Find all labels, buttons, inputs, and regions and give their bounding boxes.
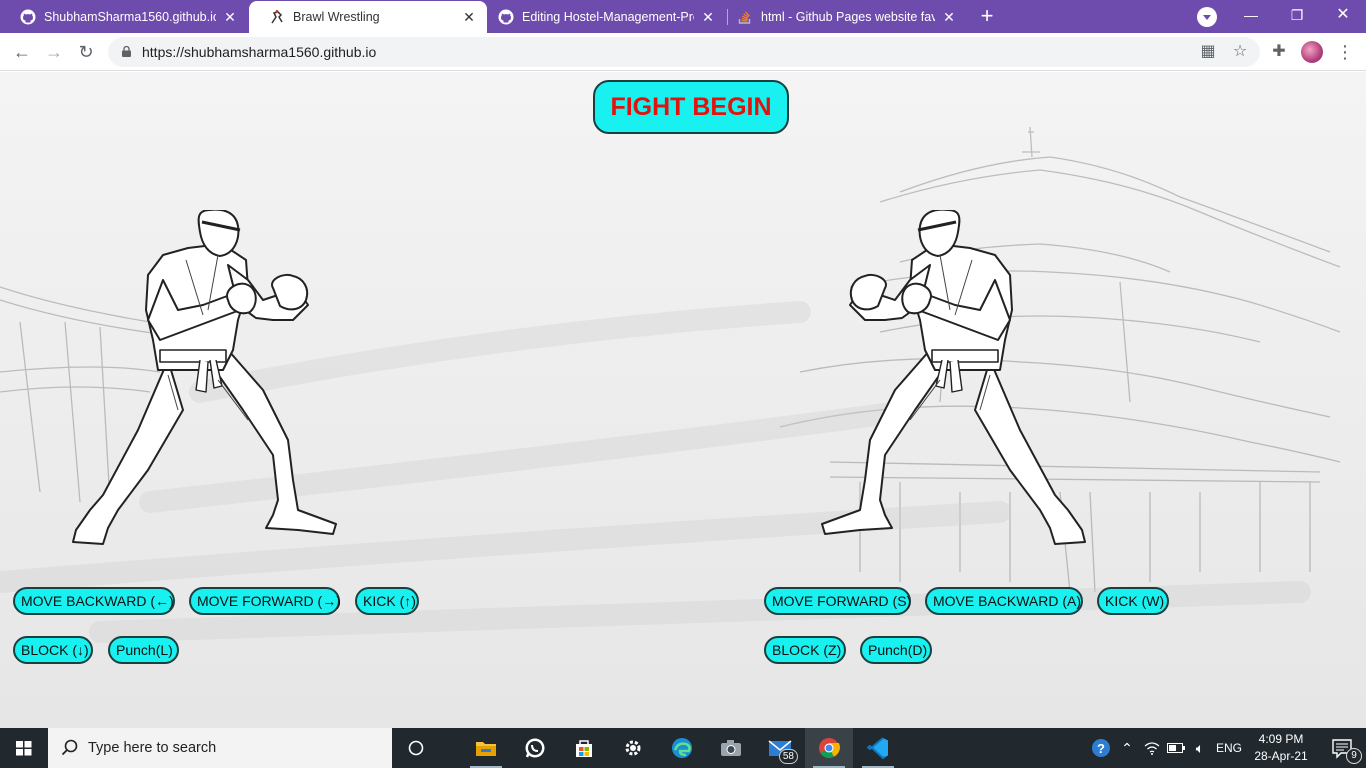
- player2-fighter: [821, 210, 1086, 545]
- notification-center-icon[interactable]: 9: [1318, 728, 1366, 768]
- bookmark-star-icon[interactable]: ☆: [1230, 42, 1250, 62]
- p2-move-backward-button[interactable]: MOVE BACKWARD (A): [925, 587, 1083, 615]
- tab-editing-hostel[interactable]: Editing Hostel-Management-Proj ✕: [478, 0, 726, 33]
- notification-count-badge: 9: [1346, 748, 1362, 764]
- close-tab-icon[interactable]: ✕: [700, 9, 716, 25]
- camera-icon[interactable]: [707, 728, 755, 768]
- extensions-puzzle-icon[interactable]: ✚: [1268, 41, 1290, 63]
- game-page: FIGHT BEGIN MOVE BACKWARD (←) MOVE FORWA…: [0, 72, 1366, 728]
- vscode-icon[interactable]: [854, 728, 902, 768]
- github-icon: [498, 9, 514, 24]
- language-indicator[interactable]: ENG: [1212, 728, 1246, 768]
- back-arrow-icon[interactable]: ←: [9, 39, 35, 65]
- tab-search-icon[interactable]: [1197, 7, 1217, 27]
- reload-icon[interactable]: ↻: [73, 39, 99, 65]
- clock-date: 28-Apr-21: [1254, 749, 1308, 763]
- p1-block-button[interactable]: BLOCK (↓): [13, 636, 93, 664]
- p2-block-button[interactable]: BLOCK (Z): [764, 636, 846, 664]
- address-bar[interactable]: https://shubhamsharma1560.github.io ▦ ☆: [108, 37, 1260, 67]
- tab-github-pages[interactable]: ShubhamSharma1560.github.io/B ✕: [0, 0, 248, 33]
- file-explorer-icon[interactable]: [462, 728, 510, 768]
- window-close-icon[interactable]: ✕: [1320, 0, 1366, 33]
- p1-move-forward-button[interactable]: MOVE FORWARD (→): [189, 587, 341, 615]
- mail-unread-badge: 58: [778, 749, 798, 764]
- settings-gear-icon[interactable]: [609, 728, 657, 768]
- tab-title: ShubhamSharma1560.github.io/B: [44, 9, 216, 24]
- search-placeholder: Type here to search: [88, 740, 217, 756]
- github-icon: [20, 9, 36, 24]
- close-tab-icon[interactable]: ✕: [461, 9, 477, 25]
- tab-title: Brawl Wrestling: [293, 10, 380, 24]
- profile-avatar[interactable]: [1301, 41, 1323, 63]
- wifi-icon[interactable]: [1140, 728, 1164, 768]
- close-tab-icon[interactable]: ✕: [941, 9, 957, 25]
- minimize-icon[interactable]: —: [1228, 0, 1274, 33]
- windows-start-icon[interactable]: [0, 728, 48, 768]
- whatsapp-icon[interactable]: [511, 728, 559, 768]
- svg-text:?: ?: [1097, 741, 1105, 756]
- menu-kebab-icon[interactable]: ⋮: [1334, 41, 1356, 63]
- p1-move-backward-button[interactable]: MOVE BACKWARD (←): [13, 587, 175, 615]
- fight-begin-button[interactable]: FIGHT BEGIN: [593, 80, 789, 134]
- tab-stackoverflow[interactable]: html - Github Pages website favic ✕: [717, 0, 967, 33]
- p1-kick-button[interactable]: KICK (↑): [355, 587, 419, 615]
- lock-icon: [122, 46, 131, 57]
- chrome-icon[interactable]: [805, 728, 853, 768]
- p1-punch-button[interactable]: Punch(L): [108, 636, 179, 664]
- tab-strip: ShubhamSharma1560.github.io/B ✕ Brawl Wr…: [0, 0, 1366, 33]
- search-icon: [61, 739, 78, 756]
- help-icon[interactable]: ?: [1088, 728, 1114, 768]
- restore-icon[interactable]: ❐: [1274, 0, 1320, 33]
- browser-toolbar: ← → ↻ https://shubhamsharma1560.github.i…: [0, 33, 1366, 71]
- new-tab-button[interactable]: +: [975, 5, 999, 29]
- clock-time: 4:09 PM: [1258, 732, 1304, 746]
- mail-icon[interactable]: 58: [756, 728, 804, 768]
- qr-code-icon[interactable]: ▦: [1198, 42, 1218, 62]
- tab-title: html - Github Pages website favic: [761, 9, 935, 24]
- tab-title: Editing Hostel-Management-Proj: [522, 9, 694, 24]
- close-tab-icon[interactable]: ✕: [222, 9, 238, 25]
- tray-chevron-up-icon[interactable]: ⌃: [1116, 728, 1138, 768]
- task-view-icon[interactable]: [392, 728, 440, 768]
- clock[interactable]: 4:09 PM 28-Apr-21: [1248, 731, 1314, 765]
- edge-browser-icon[interactable]: [658, 728, 706, 768]
- player1-fighter: [72, 210, 337, 545]
- p2-punch-button[interactable]: Punch(D): [860, 636, 932, 664]
- forward-arrow-icon[interactable]: →: [41, 39, 67, 65]
- windows-taskbar: Type here to search 58 ? ⌃ 🔈︎ ENG 4:09 P…: [0, 728, 1366, 768]
- tab-brawl-wrestling[interactable]: Brawl Wrestling ✕: [249, 1, 487, 33]
- p2-kick-button[interactable]: KICK (W): [1097, 587, 1169, 615]
- taskbar-search[interactable]: Type here to search: [48, 728, 392, 768]
- stackoverflow-icon: [738, 10, 751, 24]
- volume-icon[interactable]: 🔈︎: [1188, 728, 1212, 768]
- p2-move-forward-button[interactable]: MOVE FORWARD (S): [764, 587, 911, 615]
- battery-icon[interactable]: [1165, 728, 1187, 768]
- store-icon[interactable]: [560, 728, 608, 768]
- fighter-favicon-icon: [271, 10, 283, 24]
- url-text: https://shubhamsharma1560.github.io: [142, 44, 377, 60]
